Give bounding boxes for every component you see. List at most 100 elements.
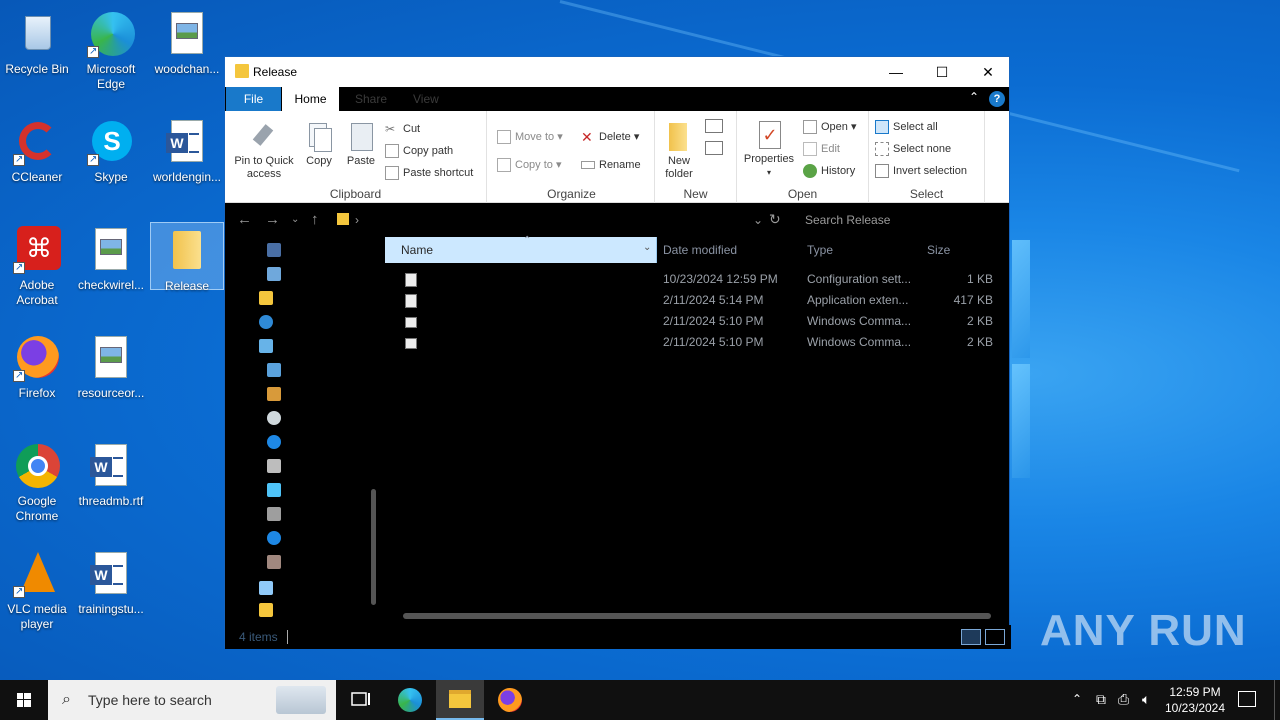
column-header-date[interactable]: Date modified — [663, 237, 737, 263]
desktop-icon-vlc[interactable]: VLC media player — [0, 544, 74, 632]
close-button[interactable]: ✕ — [965, 57, 1011, 87]
invert-selection-button[interactable]: Invert selection — [875, 161, 967, 181]
easy-access-icon[interactable] — [705, 141, 723, 155]
taskbar-edge-button[interactable] — [386, 680, 434, 720]
network-icon[interactable]: ⎙ — [1118, 691, 1129, 708]
new-item-icon[interactable] — [705, 119, 723, 133]
music-icon[interactable] — [267, 411, 281, 425]
desktop-icon-release-folder[interactable]: Release — [150, 222, 224, 293]
rename-button[interactable]: Rename — [581, 155, 641, 175]
properties-button[interactable]: ✓ Properties ▾ — [739, 119, 799, 179]
details-view-icon[interactable] — [961, 629, 981, 645]
downloads-nav-icon[interactable] — [259, 291, 273, 305]
cut-button[interactable]: ✂ Cut — [385, 119, 420, 139]
select-all-button[interactable]: Select all — [875, 117, 938, 137]
folder-breadcrumb-icon[interactable] — [337, 213, 349, 225]
desktop-icon-firefox[interactable]: Firefox — [0, 328, 74, 401]
tab-view[interactable]: View — [401, 87, 451, 111]
new-folder-button[interactable]: New folder — [659, 121, 699, 181]
copy-button[interactable]: Copy — [299, 121, 339, 168]
desktop-icon-threadmb[interactable]: W threadmb.rtf — [74, 436, 148, 509]
paste-shortcut-button[interactable]: Paste shortcut — [385, 163, 473, 183]
move-to-button[interactable]: Move to ▾ — [497, 127, 563, 147]
delete-button[interactable]: ✕ Delete ▾ — [581, 127, 639, 147]
desktop-icon-worldengin[interactable]: W worldengin... — [150, 112, 224, 185]
paste-button[interactable]: Paste — [341, 121, 381, 168]
network-icon[interactable] — [267, 483, 281, 497]
table-row[interactable]: 2/11/2024 5:10 PM Windows Comma... 2 KB — [385, 311, 1011, 332]
notification-icon[interactable] — [1238, 691, 1256, 707]
recent-locations-chevron-icon[interactable]: ⌄ — [291, 214, 299, 225]
taskbar-explorer-button[interactable] — [436, 680, 484, 720]
table-row[interactable]: 2/11/2024 5:14 PM Application exten... 4… — [385, 290, 1011, 311]
desktop-icon-trainingstu[interactable]: W trainingstu... — [74, 544, 148, 617]
column-header-size[interactable]: Size — [927, 237, 950, 263]
3d-objects-icon[interactable] — [267, 363, 281, 377]
large-icons-view-icon[interactable] — [985, 629, 1005, 645]
desktop-icon-woodchan[interactable]: woodchan... — [150, 4, 224, 77]
copy-to-button[interactable]: Copy to ▾ — [497, 155, 562, 175]
explorer-window[interactable]: Release — ☐ ✕ File Home Share View ⌃ ? P… — [224, 56, 1011, 649]
nav-scrollbar[interactable] — [371, 489, 376, 605]
tab-home[interactable]: Home — [282, 87, 339, 111]
column-dropdown-icon[interactable]: ⌄ — [643, 242, 651, 253]
column-header-name[interactable]: Name — [385, 237, 657, 263]
table-row[interactable]: 10/23/2024 12:59 PM Configuration sett..… — [385, 269, 1011, 290]
show-desktop-button[interactable] — [1274, 680, 1280, 720]
collapse-ribbon-icon[interactable]: ⌃ — [969, 90, 979, 104]
this-pc-icon[interactable] — [259, 339, 273, 353]
back-arrow-icon[interactable]: ← — [237, 211, 252, 228]
title-bar[interactable]: Release — ☐ ✕ — [225, 57, 1009, 87]
forward-arrow-icon[interactable]: → — [265, 211, 280, 228]
onedrive-nav-icon[interactable] — [259, 315, 273, 329]
search-input[interactable]: Search Release — [799, 209, 999, 231]
refresh-icon[interactable]: ↻ — [769, 211, 781, 228]
folder-nav-icon[interactable] — [259, 603, 273, 617]
disk-drive-icon[interactable] — [267, 507, 281, 521]
clock-time: 12:59 PM — [1169, 685, 1221, 699]
device-icon[interactable]: ⧉ — [1096, 691, 1106, 708]
tab-file[interactable]: File — [226, 87, 281, 111]
users-icon[interactable] — [267, 555, 281, 569]
pin-quick-access-button[interactable]: Pin to Quick access — [231, 121, 297, 181]
homegroup-icon[interactable] — [267, 531, 281, 545]
desktop-icon-recycle-bin[interactable]: Recycle Bin — [0, 4, 74, 77]
navigation-pane[interactable] — [225, 237, 377, 625]
desktop-nav-icon[interactable] — [267, 267, 281, 281]
select-none-button[interactable]: Select none — [875, 139, 951, 159]
open-button[interactable]: Open ▾ — [803, 117, 857, 137]
task-view-button[interactable] — [336, 680, 384, 720]
maximize-button[interactable]: ☐ — [919, 57, 965, 87]
tab-share[interactable]: Share — [343, 87, 399, 111]
show-hidden-icons-chevron-icon[interactable]: ⌃ — [1072, 692, 1082, 706]
desktop-icon-google-chrome[interactable]: Google Chrome — [0, 436, 74, 524]
desktop-icon-skype[interactable]: S Skype — [74, 112, 148, 185]
minimize-button[interactable]: — — [873, 57, 919, 87]
quick-access-icon[interactable] — [267, 243, 281, 257]
edit-button[interactable]: Edit — [803, 139, 840, 159]
pictures-icon[interactable] — [267, 387, 281, 401]
table-row[interactable]: 2/11/2024 5:10 PM Windows Comma... 2 KB — [385, 332, 1011, 353]
volume-icon[interactable]: 🔈︎ — [1142, 691, 1150, 708]
clock[interactable]: 12:59 PM 10/23/2024 — [1162, 684, 1228, 716]
printer-icon[interactable] — [267, 459, 281, 473]
up-arrow-icon[interactable]: ↑ — [311, 211, 319, 228]
taskbar-search-input[interactable]: ⌕ Type here to search — [48, 680, 336, 720]
help-icon[interactable]: ? — [989, 91, 1005, 107]
recycle-bin-nav-icon[interactable] — [259, 581, 273, 595]
start-button[interactable] — [0, 680, 48, 720]
column-header-type[interactable]: Type — [807, 237, 833, 263]
desktop-icon-checkwireless[interactable]: checkwirel... — [74, 220, 148, 293]
breadcrumb-chevron-icon[interactable]: › — [355, 213, 359, 227]
address-dropdown-chevron-icon[interactable]: ⌄ — [753, 213, 763, 227]
network-drive-icon[interactable] — [267, 435, 281, 449]
taskbar-firefox-button[interactable] — [486, 680, 534, 720]
desktop-icon-edge[interactable]: Microsoft Edge — [74, 4, 148, 92]
history-button[interactable]: History — [803, 161, 855, 181]
desktop-icon-resourceor[interactable]: resourceor... — [74, 328, 148, 401]
file-list[interactable]: Name ⌃ ⌄ Date modified Type Size 10/23/2… — [385, 235, 1011, 625]
desktop-icon-ccleaner[interactable]: CCleaner — [0, 112, 74, 185]
horizontal-scrollbar[interactable] — [403, 613, 991, 619]
copy-path-button[interactable]: Copy path — [385, 141, 453, 161]
desktop-icon-adobe-acrobat[interactable]: ⌘ Adobe Acrobat — [0, 220, 74, 308]
